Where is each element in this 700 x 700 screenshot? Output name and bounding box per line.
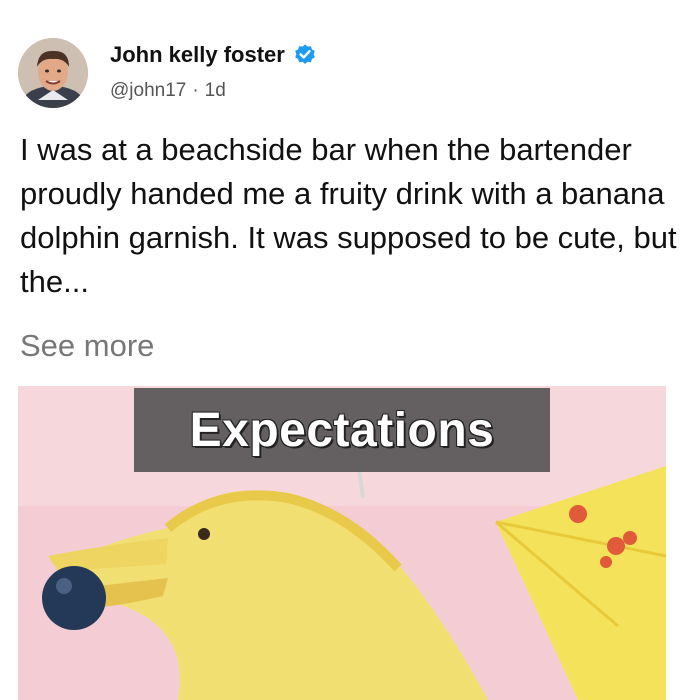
media-caption: Expectations — [134, 388, 550, 472]
author-row: John kelly foster — [110, 42, 317, 68]
avatar-photo — [18, 38, 88, 108]
meta-separator: · — [192, 80, 199, 101]
tweet-media[interactable]: Expectations — [18, 386, 666, 700]
author-handle[interactable]: @john17 — [110, 80, 186, 102]
tweet-meta: @john17 · 1d — [110, 80, 226, 102]
timestamp[interactable]: 1d — [205, 80, 226, 102]
verified-badge-icon — [293, 43, 317, 67]
tweet-header: John kelly foster @john17 · 1d — [18, 32, 682, 112]
tweet-text: I was at a beachside bar when the barten… — [20, 132, 677, 299]
see-more-link[interactable]: See more — [20, 328, 154, 364]
caption-text: Expectations — [189, 403, 495, 457]
avatar[interactable] — [18, 38, 88, 108]
author-name[interactable]: John kelly foster — [110, 42, 285, 68]
